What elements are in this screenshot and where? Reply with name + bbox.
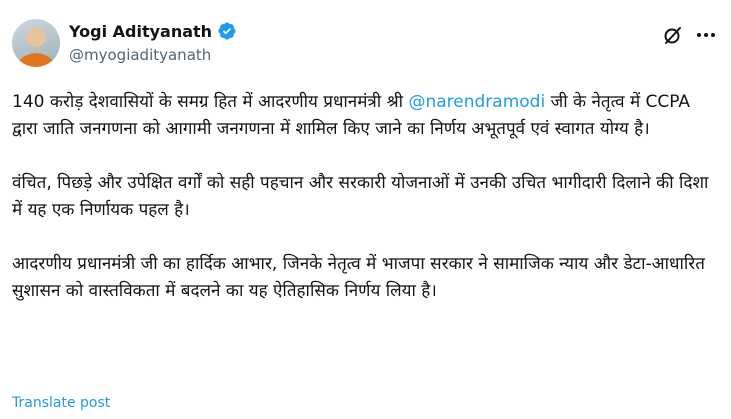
verified-badge-icon[interactable] [217, 21, 237, 41]
author-name-row: Yogi Adityanath [69, 19, 237, 43]
display-name[interactable]: Yogi Adityanath [69, 22, 212, 41]
post-paragraph-2: वंचित, पिछड़े और उपेक्षित वर्गों को सही … [12, 173, 709, 220]
translate-post-link[interactable]: Translate post [12, 395, 110, 411]
post-paragraph-1: 140 करोड़ देशवासियों के समग्र हित में आद… [12, 89, 720, 143]
grok-icon[interactable] [662, 24, 684, 46]
mention-link[interactable]: @narendramodi [408, 92, 545, 112]
author-handle[interactable]: @myogiadityanath [69, 46, 211, 64]
post-text: 140 करोड़ देशवासियों के समग्र हित में आद… [12, 89, 720, 332]
post-paragraph-3: आदरणीय प्रधानमंत्री जी का हार्दिक आभार, … [12, 254, 705, 301]
post-text-segment: 140 करोड़ देशवासियों के समग्र हित में आद… [12, 92, 409, 112]
avatar[interactable] [12, 19, 60, 67]
more-icon[interactable] [694, 24, 718, 46]
